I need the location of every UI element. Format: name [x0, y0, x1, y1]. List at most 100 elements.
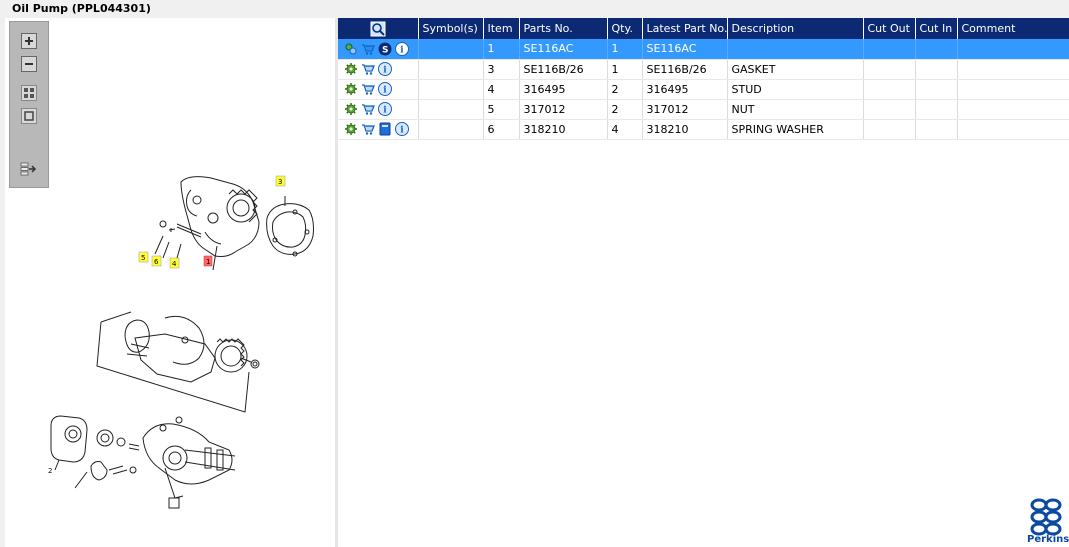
cell-qty: 1	[607, 59, 643, 80]
header-comment[interactable]: Comment	[957, 18, 1069, 39]
info-icon[interactable]: i	[395, 41, 409, 56]
assembly-icon[interactable]	[344, 42, 358, 56]
window-title-bar: Oil Pump (PPL044301)	[0, 0, 1069, 18]
cell-item: 5	[483, 99, 520, 120]
cell-cut-out	[863, 119, 916, 140]
cell-item: 4	[483, 79, 520, 100]
cell-description: STUD	[727, 79, 864, 100]
callout-label-2: 2	[48, 467, 52, 475]
export-arrow-icon	[20, 162, 37, 176]
table-row[interactable]: i 6 318210 4 318210 SPRING WASHER	[338, 119, 1069, 140]
cell-qty: 2	[607, 99, 643, 120]
header-description[interactable]: Description	[727, 18, 864, 39]
cell-symbols	[418, 99, 484, 120]
header-qty[interactable]: Qty.	[607, 18, 643, 39]
callout-label-3: 3	[278, 178, 282, 186]
cell-latest-part-no: SE116B/26	[642, 59, 728, 80]
table-row[interactable]: i 5 317012 2 317012 NUT	[338, 99, 1069, 120]
cell-parts-no: 318210	[519, 119, 608, 140]
header-parts-no[interactable]: Parts No.	[519, 18, 608, 39]
cart-icon[interactable]	[361, 42, 375, 56]
cart-icon[interactable]	[361, 62, 375, 76]
info-icon[interactable]: i	[378, 82, 392, 96]
row-actions: i	[338, 79, 419, 100]
cell-parts-no: 316495	[519, 79, 608, 100]
oil-pump-diagram: 3 5 6 4 1 2	[48, 175, 314, 509]
table-row[interactable]: S i 1 SE116AC 1 SE116AC	[338, 39, 1069, 60]
callout-6	[151, 255, 162, 267]
cell-description: GASKET	[727, 59, 864, 80]
header-tools[interactable]	[338, 18, 419, 39]
zoom-in-button[interactable]	[19, 32, 39, 50]
cell-parts-no: SE116B/26	[519, 59, 608, 80]
cell-description: SPRING WASHER	[727, 119, 864, 140]
cell-parts-no: SE116AC	[519, 39, 608, 60]
fit-page-button[interactable]	[19, 84, 39, 102]
callout-label-5: 5	[141, 254, 145, 262]
find-part-icon	[370, 21, 386, 36]
cell-symbols	[418, 119, 484, 140]
brand-name: Perkins	[1027, 534, 1069, 545]
info-icon[interactable]: i	[395, 122, 409, 136]
info-icon[interactable]: i	[378, 102, 392, 116]
cart-icon[interactable]	[361, 122, 375, 136]
cell-symbols	[418, 59, 484, 80]
info-icon[interactable]: i	[378, 62, 392, 76]
row-actions: i	[338, 119, 419, 140]
svg-text:i: i	[383, 66, 387, 76]
table-header-row: Symbol(s) Item Parts No. Qty. Latest Par…	[338, 18, 1069, 39]
header-item[interactable]: Item	[483, 18, 520, 39]
table-row[interactable]: i 3 SE116B/26 1 SE116B/26 GASKET	[338, 59, 1069, 80]
cell-cut-in	[915, 119, 958, 140]
header-symbols[interactable]: Symbol(s)	[418, 18, 484, 39]
cell-latest-part-no: SE116AC	[642, 39, 728, 60]
svg-text:i: i	[400, 126, 404, 136]
cell-cut-out	[863, 99, 916, 120]
actual-size-button[interactable]	[19, 107, 39, 125]
header-cut-out[interactable]: Cut Out	[863, 18, 916, 39]
cell-qty: 4	[607, 119, 643, 140]
gear-icon[interactable]	[344, 102, 358, 116]
window-title: Oil Pump (PPL044301)	[12, 2, 151, 15]
cart-icon[interactable]	[361, 102, 375, 116]
cart-icon[interactable]	[361, 82, 375, 96]
cell-parts-no: 317012	[519, 99, 608, 120]
row-actions: i	[338, 59, 419, 80]
gear-icon[interactable]	[344, 62, 358, 76]
cell-comment	[957, 79, 1069, 100]
gear-icon[interactable]	[344, 82, 358, 96]
svg-text:i: i	[400, 45, 404, 55]
cell-cut-in	[915, 79, 958, 100]
zoom-out-icon	[21, 56, 37, 72]
table-row[interactable]: i 4 316495 2 316495 STUD	[338, 79, 1069, 100]
row-actions: S i	[338, 39, 419, 60]
cell-cut-in	[915, 39, 958, 60]
cell-description	[727, 39, 864, 60]
cell-item: 3	[483, 59, 520, 80]
s-badge-icon[interactable]: S	[378, 42, 392, 56]
cell-cut-out	[863, 79, 916, 100]
gear-icon[interactable]	[344, 122, 358, 136]
cell-latest-part-no: 317012	[642, 99, 728, 120]
callout-label-1: 1	[206, 258, 210, 266]
callout-label-4: 4	[172, 260, 177, 268]
export-button[interactable]	[19, 160, 39, 178]
cell-cut-out	[863, 39, 916, 60]
cell-qty: 2	[607, 79, 643, 100]
actual-size-icon	[21, 108, 37, 124]
cell-item: 1	[483, 39, 520, 60]
book-icon[interactable]	[378, 122, 392, 136]
cell-comment	[957, 39, 1069, 60]
zoom-out-button[interactable]	[19, 55, 39, 73]
callout-label-6: 6	[154, 258, 159, 266]
header-cut-in[interactable]: Cut In	[915, 18, 958, 39]
callout-3	[275, 175, 286, 187]
cell-item: 6	[483, 119, 520, 140]
cell-comment	[957, 59, 1069, 80]
svg-text:S: S	[382, 45, 388, 55]
cell-description: NUT	[727, 99, 864, 120]
header-latest-part-no[interactable]: Latest Part No.	[642, 18, 728, 39]
diagram-toolbar	[9, 21, 49, 188]
cell-comment	[957, 99, 1069, 120]
diagram-pane[interactable]: 3 5 6 4 1 2	[5, 18, 335, 547]
